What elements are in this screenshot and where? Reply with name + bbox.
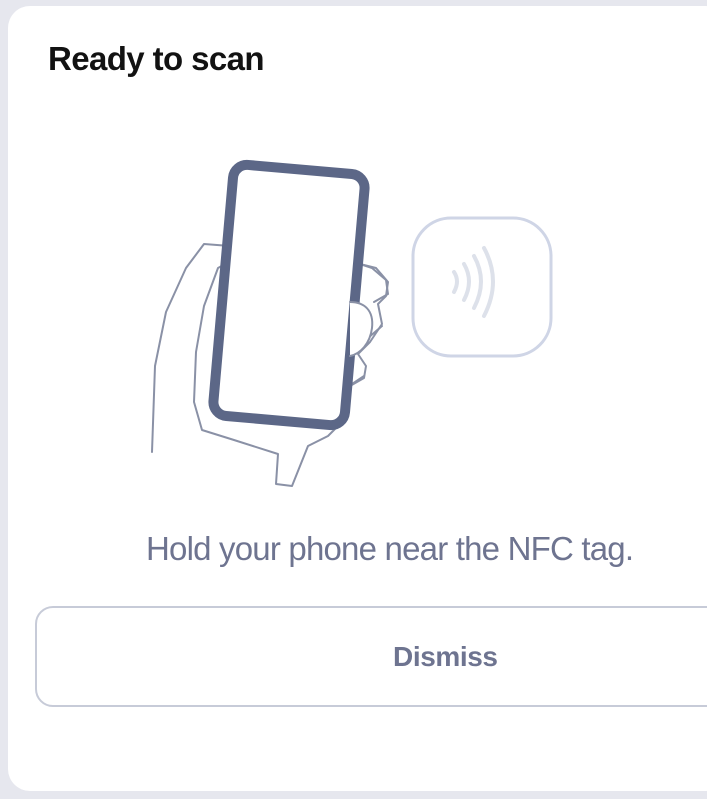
nfc-illustration	[151, 159, 553, 487]
nfc-tag-icon	[411, 216, 553, 358]
phone-in-hand-icon	[151, 159, 389, 487]
dismiss-button[interactable]: Dismiss	[35, 606, 707, 707]
hand-thumb	[349, 301, 374, 357]
nfc-scan-dialog: Ready to scan Hold your phone near the N…	[8, 6, 707, 791]
phone-frame	[208, 159, 370, 431]
scan-instruction: Hold your phone near the NFC tag.	[146, 530, 634, 567]
